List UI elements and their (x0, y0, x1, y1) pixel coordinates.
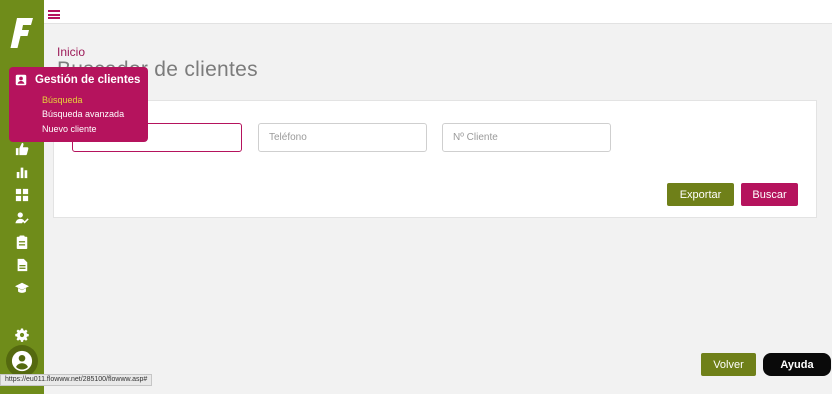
menu-item-advanced-search[interactable]: Búsqueda avanzada (42, 109, 124, 119)
contacts-icon (15, 74, 27, 86)
thumbs-up-icon[interactable] (13, 140, 31, 158)
clipboard-icon[interactable] (13, 233, 31, 251)
status-url: https://eu011.flowww.net/285100/flowww.a… (0, 374, 153, 386)
gear-icon[interactable] (13, 326, 31, 344)
graduation-cap-icon[interactable] (13, 279, 31, 297)
document-icon[interactable] (13, 256, 31, 274)
hamburger-icon[interactable] (48, 10, 60, 19)
export-button[interactable]: Exportar (667, 183, 734, 206)
sidebar (0, 0, 44, 394)
client-number-input[interactable] (442, 123, 611, 152)
search-button[interactable]: Buscar (741, 183, 798, 206)
top-bar (44, 0, 832, 24)
bar-chart-icon[interactable] (13, 163, 31, 181)
back-button[interactable]: Volver (701, 353, 756, 376)
help-button[interactable]: Ayuda (763, 353, 831, 376)
account-icon[interactable] (6, 345, 38, 377)
clients-flyout-menu: Gestión de clientes Búsqueda Búsqueda av… (9, 67, 148, 142)
flowww-logo[interactable] (10, 16, 34, 50)
phone-input[interactable] (258, 123, 427, 152)
flyout-title: Gestión de clientes (35, 73, 141, 86)
menu-item-search[interactable]: Búsqueda (42, 95, 83, 105)
person-check-icon[interactable] (13, 209, 31, 227)
search-card: Exportar Buscar (53, 100, 817, 218)
breadcrumb[interactable]: Inicio (57, 45, 85, 59)
flyout-header[interactable]: Gestión de clientes (9, 67, 148, 92)
menu-item-new-client[interactable]: Nuevo cliente (42, 124, 97, 134)
dashboard-icon[interactable] (13, 186, 31, 204)
